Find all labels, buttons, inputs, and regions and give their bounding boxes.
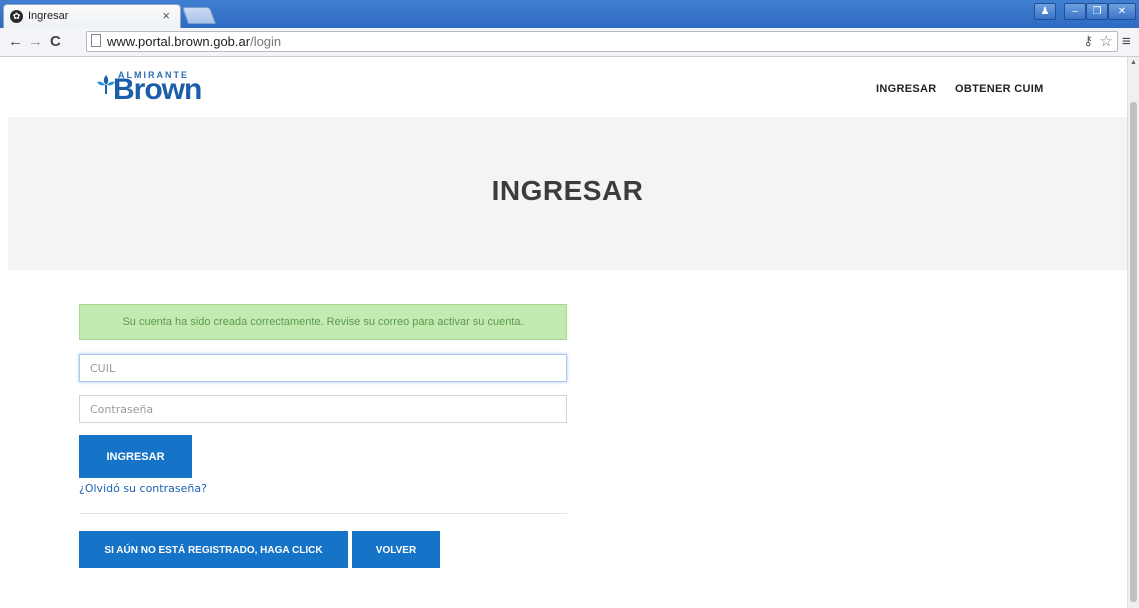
reload-icon[interactable]: C: [50, 33, 61, 50]
success-alert: Su cuenta ha sido creada correctamente. …: [79, 304, 567, 340]
url-path: /login: [250, 34, 282, 49]
nav-ingresar[interactable]: INGRESAR: [876, 83, 936, 95]
forgot-password-link[interactable]: ¿Olvidó su contraseña?: [79, 482, 207, 495]
maximize-button[interactable]: ❐: [1086, 3, 1108, 20]
hero-banner: INGRESAR: [8, 117, 1127, 270]
url-text[interactable]: www.portal.brown.gob.ar/login: [107, 34, 281, 49]
page-title: INGRESAR: [491, 175, 644, 206]
address-bar[interactable]: www.portal.brown.gob.ar/login ⚷ ☆: [86, 31, 1118, 52]
bookmark-star-icon[interactable]: ☆: [1100, 32, 1113, 50]
register-button[interactable]: SI AÚN NO ESTÁ REGISTRADO, HAGA CLICK: [79, 531, 348, 568]
new-tab-button[interactable]: [181, 7, 217, 24]
user-profile-icon[interactable]: ♟: [1034, 3, 1056, 20]
tab-title: Ingresar: [28, 10, 69, 22]
browser-toolbar: ← → C www.portal.brown.gob.ar/login ⚷ ☆ …: [0, 28, 1139, 57]
minimize-button[interactable]: –: [1064, 3, 1086, 20]
forward-arrow-icon[interactable]: →: [28, 33, 43, 50]
login-button[interactable]: INGRESAR: [79, 435, 192, 478]
url-host: www.portal.brown.gob.ar: [107, 34, 251, 49]
logo-big-text: Brown: [113, 73, 202, 106]
hamburger-menu-icon[interactable]: ≡: [1122, 33, 1131, 50]
browser-titlebar: ✿ Ingresar × ♟ – ❐ ✕: [0, 0, 1139, 28]
page-viewport: ALMIRANTE Brown INGRESAR OBTENER CUIM IN…: [0, 57, 1127, 608]
close-window-button[interactable]: ✕: [1108, 3, 1136, 20]
site-header: ALMIRANTE Brown INGRESAR OBTENER CUIM: [0, 57, 1127, 117]
site-favicon-icon: ✿: [10, 10, 23, 23]
scrollbar-thumb[interactable]: [1130, 102, 1137, 602]
site-logo[interactable]: ALMIRANTE Brown: [95, 65, 225, 107]
back-arrow-icon[interactable]: ←: [8, 33, 23, 50]
browser-tab[interactable]: ✿ Ingresar ×: [3, 4, 181, 28]
key-icon[interactable]: ⚷: [1083, 33, 1093, 49]
tab-close-icon[interactable]: ×: [162, 8, 170, 23]
divider: [79, 513, 567, 514]
scroll-up-icon[interactable]: ▲: [1130, 59, 1137, 66]
cuil-input[interactable]: [79, 354, 567, 382]
page-scrollbar[interactable]: ▲: [1127, 57, 1139, 608]
nav-obtener-cuim[interactable]: OBTENER CUIM: [955, 83, 1044, 95]
page-icon: [91, 34, 101, 47]
password-input[interactable]: [79, 395, 567, 423]
back-button[interactable]: VOLVER: [352, 531, 440, 568]
